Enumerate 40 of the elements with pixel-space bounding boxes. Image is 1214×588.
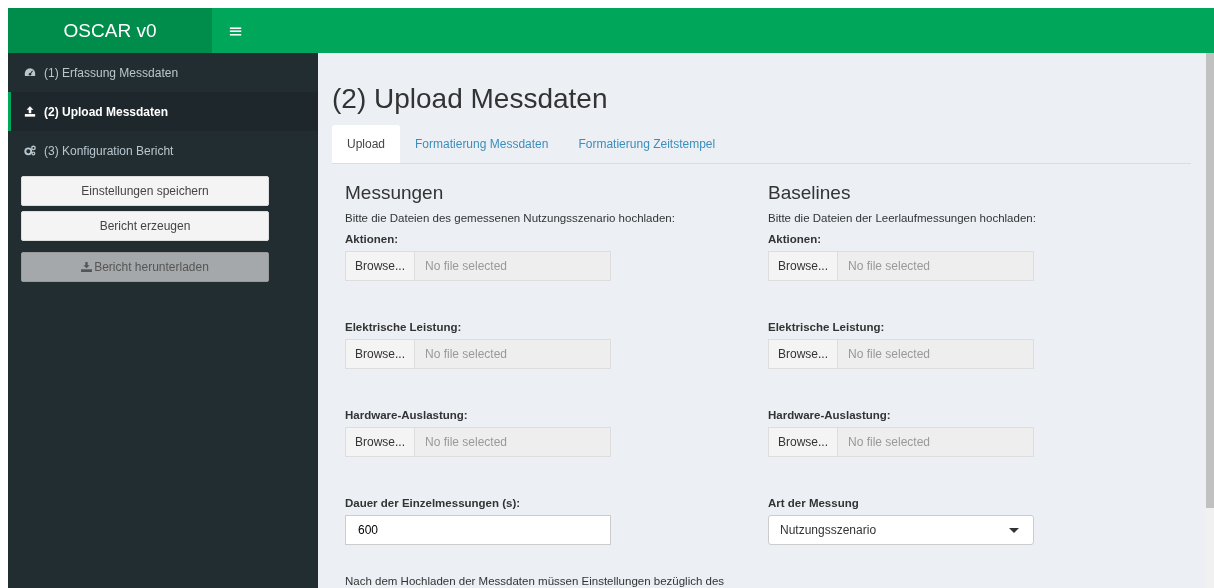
browse-button[interactable]: Browse... [768, 427, 838, 457]
browse-button[interactable]: Browse... [345, 339, 415, 369]
download-icon [81, 262, 93, 272]
app-logo: OSCAR v0 [8, 8, 212, 53]
tab[interactable]: Upload [332, 125, 401, 163]
browse-button[interactable]: Browse... [768, 251, 838, 281]
field-label: Art der Messung [768, 497, 859, 509]
file-name-field[interactable]: No file selected [838, 427, 1034, 457]
sidebar-button[interactable]: Einstellungen speichern [21, 176, 269, 206]
file-name-field[interactable]: No file selected [415, 427, 611, 457]
page-title: (2) Upload Messdaten [332, 83, 609, 115]
sidebar-item[interactable]: (2) Upload Messdaten [8, 92, 318, 131]
select-dropdown[interactable]: Nutzungsszenario [768, 515, 1034, 545]
section-heading: Messungen [345, 182, 445, 204]
sidebar-button[interactable]: Bericht erzeugen [21, 211, 269, 241]
field-label: Aktionen: [345, 233, 399, 245]
dashboard-icon [24, 67, 36, 78]
upload-icon [24, 106, 36, 117]
field-label: Hardware-Auslastung: [768, 409, 891, 421]
field-label: Elektrische Leistung: [768, 321, 885, 333]
field-label: Aktionen: [768, 233, 822, 245]
file-name-field[interactable]: No file selected [415, 339, 611, 369]
info-text: Nach dem Hochladen der Messdaten müssen Einstellungen bezüglich des [345, 575, 726, 587]
number-field[interactable]: 600 [345, 515, 611, 545]
caret-icon [1009, 527, 1019, 533]
file-name-field[interactable]: No file selected [838, 251, 1034, 281]
section-description: Bitte die Dateien der Leerlaufmessungen hochladen: [768, 212, 1037, 224]
gears-icon [24, 145, 36, 156]
sidebar-item[interactable]: (3) Konfiguration Bericht [8, 131, 318, 170]
section-description: Bitte die Dateien des gemessenen Nutzungsszenario hochladen: [345, 212, 676, 224]
section-heading: Baselines [768, 182, 852, 204]
file-name-field[interactable]: No file selected [415, 251, 611, 281]
file-name-field[interactable]: No file selected [838, 339, 1034, 369]
browse-button[interactable]: Browse... [345, 251, 415, 281]
field-label: Hardware-Auslastung: [345, 409, 468, 421]
field-label: Elektrische Leistung: [345, 321, 462, 333]
browse-button[interactable]: Browse... [768, 339, 838, 369]
field-label: Dauer der Einzelmessungen (s): [345, 497, 521, 509]
sidebar-item[interactable]: (1) Erfassung Messdaten [8, 53, 318, 92]
browse-button[interactable]: Browse... [345, 427, 415, 457]
